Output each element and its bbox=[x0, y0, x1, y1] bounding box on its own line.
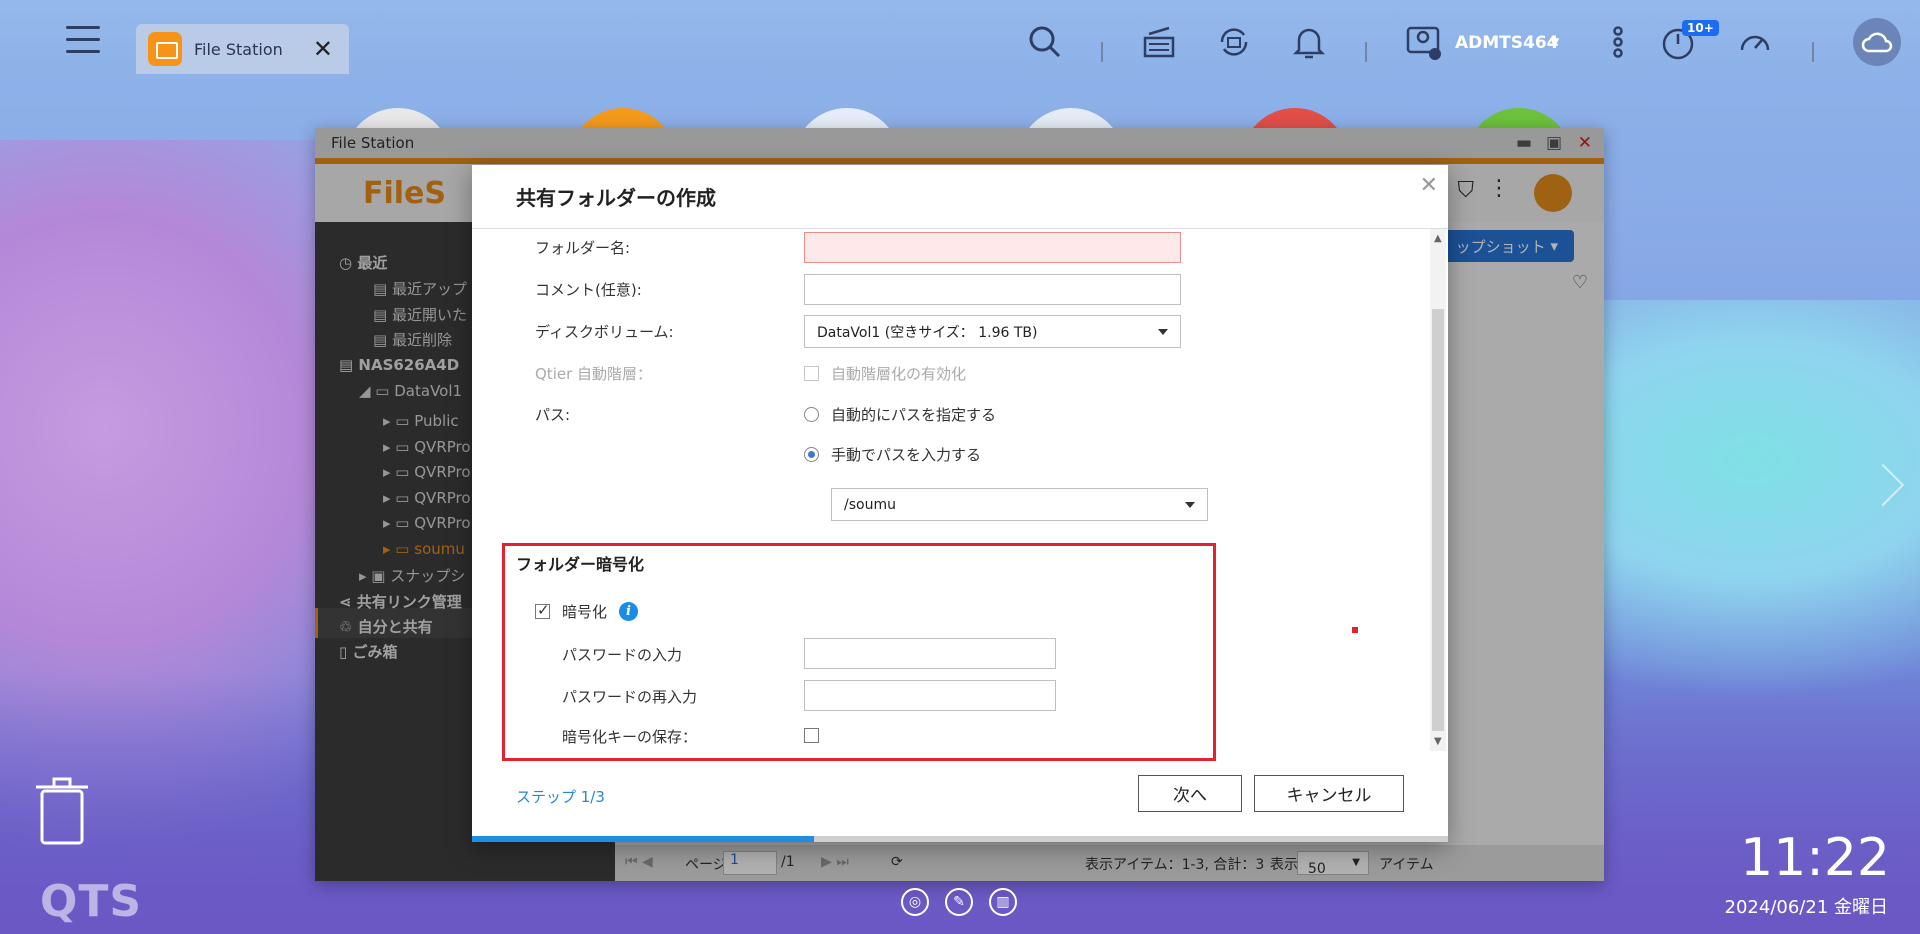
path-manual-radio[interactable] bbox=[804, 447, 819, 462]
chevron-down-icon bbox=[1158, 329, 1168, 335]
trash-icon[interactable] bbox=[34, 775, 90, 847]
path-auto-radio[interactable] bbox=[804, 407, 819, 422]
encrypt-checkbox[interactable] bbox=[535, 601, 550, 619]
app-tab-label: File Station bbox=[194, 39, 283, 59]
scrollbar[interactable]: ▲ ▼ bbox=[1430, 229, 1446, 751]
resource-monitor-icon[interactable] bbox=[1737, 24, 1773, 60]
step-indicator: ステップ 1/3 bbox=[516, 788, 605, 806]
password-confirm-label: パスワードの再入力 bbox=[562, 688, 698, 706]
close-icon[interactable]: ✕ bbox=[1420, 173, 1438, 198]
info-icon[interactable]: i bbox=[619, 602, 638, 621]
annotation-marker bbox=[1352, 627, 1358, 633]
user-name[interactable]: ADMTS464 bbox=[1455, 33, 1559, 53]
separator bbox=[1812, 42, 1814, 62]
save-key-checkbox[interactable] bbox=[804, 728, 819, 743]
path-select[interactable]: /soumu bbox=[831, 488, 1208, 521]
cloud-icon[interactable] bbox=[1853, 18, 1901, 66]
clock: 11:22 bbox=[1740, 828, 1890, 888]
date: 2024/06/21 金曜日 bbox=[1724, 897, 1888, 918]
dock-icon[interactable]: ▥ bbox=[989, 888, 1017, 916]
taskbar: File Station ✕ ADMTS464 ▼ 10+ bbox=[0, 0, 1920, 78]
path-label: パス: bbox=[535, 406, 571, 424]
search-icon[interactable] bbox=[1027, 24, 1063, 60]
folder-name-input[interactable] bbox=[804, 232, 1181, 263]
dock-icon[interactable]: ✎ bbox=[945, 888, 973, 916]
scroll-thumb[interactable] bbox=[1432, 309, 1444, 731]
create-shared-folder-dialog: 共有フォルダーの作成 ✕ フォルダー名: コメント(任意): ディスクボリューム… bbox=[472, 165, 1448, 842]
close-icon[interactable]: ✕ bbox=[313, 35, 333, 63]
user-icon[interactable] bbox=[1405, 24, 1441, 60]
qtier-option-label: 自動階層化の有効化 bbox=[831, 365, 967, 383]
path-auto-label: 自動的にパスを指定する bbox=[831, 406, 997, 424]
scroll-up-icon[interactable]: ▲ bbox=[1434, 233, 1442, 244]
encryption-section-title: フォルダー暗号化 bbox=[516, 555, 645, 574]
save-key-label: 暗号化キーの保存： bbox=[562, 728, 698, 746]
background-tasks-icon[interactable] bbox=[1141, 24, 1177, 60]
brand-logo: QTS bbox=[40, 876, 143, 927]
app-tab-file-station[interactable]: File Station ✕ bbox=[136, 24, 349, 74]
qtier-checkbox[interactable] bbox=[804, 366, 819, 381]
comment-label: コメント(任意): bbox=[535, 281, 642, 299]
separator bbox=[1101, 42, 1103, 62]
chevron-down-icon bbox=[1185, 502, 1195, 508]
sync-icon[interactable] bbox=[1216, 24, 1252, 60]
disk-volume-label: ディスクボリューム: bbox=[535, 323, 674, 341]
more-options-icon[interactable] bbox=[1600, 24, 1636, 60]
folder-name-label: フォルダー名: bbox=[535, 239, 631, 257]
next-button[interactable]: 次へ bbox=[1138, 775, 1242, 812]
password-input[interactable] bbox=[804, 638, 1056, 669]
qtier-label: Qtier 自動階層： bbox=[535, 365, 653, 383]
main-menu-icon[interactable] bbox=[66, 26, 100, 58]
step-progress-fill bbox=[472, 836, 814, 842]
user-dropdown-icon[interactable]: ▼ bbox=[1550, 35, 1559, 49]
encrypt-label: 暗号化 bbox=[562, 603, 608, 621]
notification-bell-icon[interactable] bbox=[1291, 24, 1327, 60]
file-station-icon bbox=[148, 32, 182, 66]
comment-input[interactable] bbox=[804, 274, 1181, 305]
separator bbox=[1365, 42, 1367, 62]
path-manual-label: 手動でパスを入力する bbox=[831, 446, 982, 464]
disk-volume-select[interactable]: DataVol1 (空きサイズ： 1.96 TB) bbox=[804, 315, 1181, 348]
dialog-title: 共有フォルダーの作成 bbox=[516, 186, 716, 210]
notification-badge: 10+ bbox=[1682, 20, 1719, 36]
password-label: パスワードの入力 bbox=[562, 646, 683, 664]
scroll-down-icon[interactable]: ▼ bbox=[1434, 736, 1442, 747]
password-confirm-input[interactable] bbox=[804, 680, 1056, 711]
divider bbox=[472, 228, 1448, 229]
cancel-button[interactable]: キャンセル bbox=[1254, 775, 1404, 812]
path-value: /soumu bbox=[844, 496, 896, 513]
dock-icon[interactable]: ◎ bbox=[901, 888, 929, 916]
disk-volume-value: DataVol1 (空きサイズ： 1.96 TB) bbox=[817, 324, 1038, 341]
step-progress-bar bbox=[472, 836, 1448, 842]
